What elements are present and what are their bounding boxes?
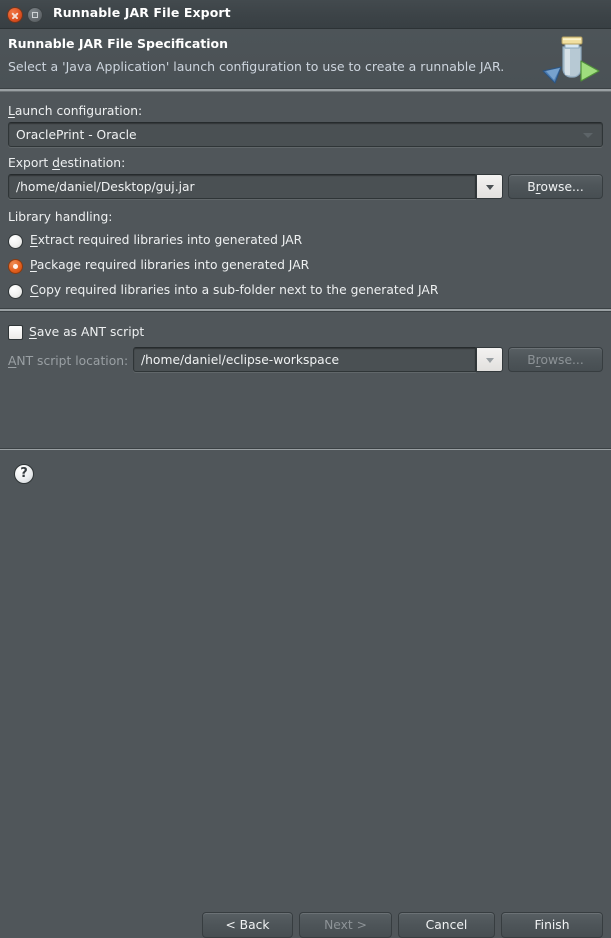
chevron-down-icon-ant: [486, 358, 494, 363]
export-destination-label: Export destination:: [8, 156, 125, 170]
export-destination-input[interactable]: /home/daniel/Desktop/guj.jar: [8, 174, 476, 199]
back-button[interactable]: < Back: [202, 912, 293, 938]
radio-copy-label: Copy required libraries into a sub-folde…: [30, 283, 438, 297]
launch-configuration-combo[interactable]: OraclePrint - Oracle: [8, 122, 603, 147]
title-bar: Runnable JAR File Export: [0, 0, 611, 29]
browse-label-rest: owse...: [540, 180, 583, 194]
close-icon[interactable]: [7, 7, 23, 23]
page-title: Runnable JAR File Specification: [8, 36, 228, 51]
section-separator: [0, 308, 611, 312]
window-title: Runnable JAR File Export: [53, 5, 231, 20]
page-description: Select a 'Java Application' launch confi…: [8, 59, 504, 74]
launch-configuration-label: Launch configuration:: [8, 104, 142, 118]
save-ant-script-checkbox[interactable]: [8, 325, 23, 340]
ant-script-location-input[interactable]: /home/daniel/eclipse-workspace: [133, 347, 476, 372]
ant-script-location-dropdown-button[interactable]: [476, 347, 503, 372]
launch-configuration-label-rest: aunch configuration:: [15, 104, 142, 118]
radio-copy-icon: [8, 284, 23, 299]
dialog-footer: ? < Back Next > Cancel Finish: [0, 450, 611, 500]
ant-script-browse-button[interactable]: Browse...: [508, 347, 603, 372]
maximize-icon[interactable]: [27, 7, 43, 23]
export-destination-label-rest: estination:: [60, 156, 125, 170]
save-ant-script-label: Save as ANT script: [29, 325, 144, 339]
export-destination-dropdown-button[interactable]: [476, 174, 503, 199]
chevron-down-icon: [486, 185, 494, 190]
cancel-button[interactable]: Cancel: [398, 912, 495, 938]
finish-button[interactable]: Finish: [501, 912, 603, 938]
export-destination-value: /home/daniel/Desktop/guj.jar: [16, 180, 195, 194]
wizard-header: Runnable JAR File Specification Select a…: [0, 29, 611, 88]
radio-extract-label: Extract required libraries into generate…: [30, 233, 302, 247]
library-handling-label: Library handling:: [8, 210, 112, 224]
dialog-body: Launch configuration: OraclePrint - Orac…: [0, 92, 611, 450]
radio-package-label: Package required libraries into generate…: [30, 258, 309, 272]
runnable-jar-export-dialog: Runnable JAR File Export Runnable JAR Fi…: [0, 0, 611, 500]
export-destination-browse-button[interactable]: Browse...: [508, 174, 603, 199]
launch-configuration-value: OraclePrint - Oracle: [16, 128, 137, 142]
radio-extract-icon: [8, 234, 23, 249]
radio-package-icon: [8, 259, 23, 274]
help-icon[interactable]: ?: [14, 464, 34, 484]
ant-script-location-value: /home/daniel/eclipse-workspace: [141, 353, 339, 367]
next-button[interactable]: Next >: [299, 912, 392, 938]
ant-script-location-label: ANT script location:: [8, 354, 128, 368]
jar-export-icon: [537, 31, 605, 88]
